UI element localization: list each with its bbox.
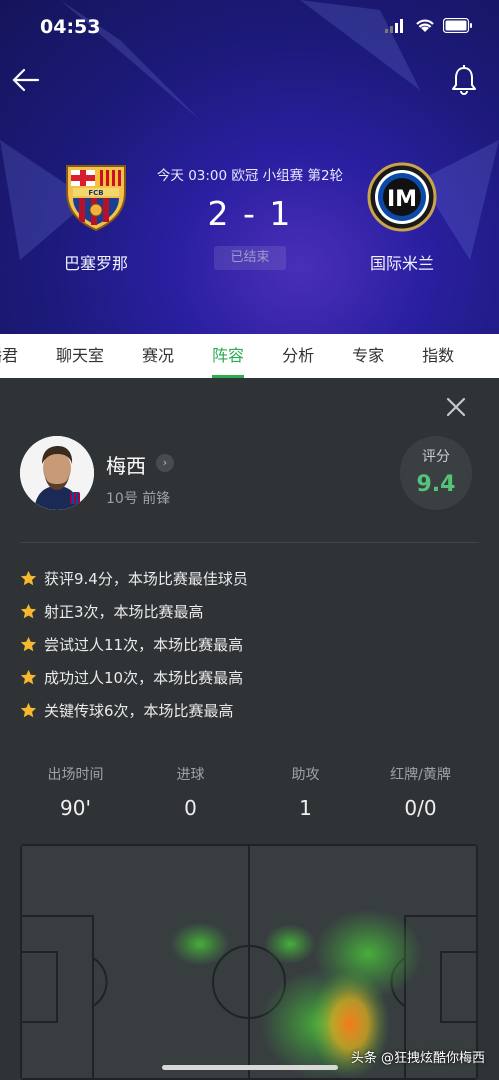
highlights-list: 获评9.4分，本场比赛最佳球员 射正3次，本场比赛最高 尝试过人11次，本场比赛…: [20, 562, 248, 727]
match-header: 04:53 FCB 巴塞罗那 今天 03:00 欧冠 小组赛 第2轮 2 - 1…: [0, 0, 499, 334]
stat-cards: 红牌/黄牌 0/0: [363, 764, 478, 820]
highlight-text: 尝试过人11次，本场比赛最高: [44, 636, 244, 654]
player-name[interactable]: 梅西: [106, 450, 146, 479]
away-team[interactable]: IM 国际米兰: [342, 162, 462, 274]
match-screen: 04:53 FCB 巴塞罗那 今天 03:00 欧冠 小组赛 第2轮 2 - 1…: [0, 0, 499, 1080]
stat-value: 0: [184, 796, 197, 820]
stat-label: 进球: [176, 767, 205, 783]
barcelona-crest-icon: FCB: [66, 165, 126, 232]
battery-icon: [443, 18, 472, 33]
highlight-item: 关键传球6次，本场比赛最高: [20, 694, 248, 727]
svg-text:IM: IM: [387, 187, 417, 212]
star-icon: [20, 570, 37, 586]
chevron-right-icon[interactable]: ›: [156, 454, 174, 472]
stat-value: 0/0: [404, 796, 437, 820]
tab-lineup[interactable]: 阵容: [193, 334, 263, 378]
match-score: 2 - 1: [207, 194, 293, 233]
highlight-item: 成功过人10次，本场比赛最高: [20, 661, 248, 694]
tab-live[interactable]: 赛况: [123, 334, 193, 378]
home-team[interactable]: FCB 巴塞罗那: [36, 162, 156, 274]
star-icon: [20, 669, 37, 685]
divider: [20, 542, 479, 543]
watermark: 头条 @狂拽炫酷你梅西: [350, 1051, 485, 1066]
status-time: 04:53: [40, 16, 101, 38]
stat-label: 红牌/黄牌: [390, 767, 451, 783]
player-photo: [20, 436, 94, 510]
home-team-name: 巴塞罗那: [63, 254, 128, 273]
signal-icon: [385, 19, 403, 33]
highlight-item: 获评9.4分，本场比赛最佳球员: [20, 562, 248, 595]
match-status-badge: 已结束: [214, 246, 286, 270]
player-number-position: 10号 前锋: [106, 491, 171, 507]
stat-minutes: 出场时间 90': [18, 764, 133, 820]
player-detail-sheet: 梅西 › 10号 前锋 评分 9.4 获评9.4分，本场比赛最佳球员 射正3次，…: [0, 378, 499, 1080]
tab-odds[interactable]: 指数: [403, 334, 473, 378]
stat-assists: 助攻 1: [248, 764, 363, 820]
stat-label: 出场时间: [47, 767, 104, 783]
stat-value: 90': [60, 796, 91, 820]
player-avatar[interactable]: [20, 436, 94, 510]
bell-icon[interactable]: [449, 64, 479, 96]
home-indicator[interactable]: [162, 1065, 338, 1070]
status-icons: [385, 18, 473, 33]
match-info: 今天 03:00 欧冠 小组赛 第2轮: [156, 168, 344, 184]
highlight-item: 射正3次，本场比赛最高: [20, 595, 248, 628]
star-icon: [20, 636, 37, 652]
stat-value: 1: [299, 796, 312, 820]
star-icon: [20, 603, 37, 619]
back-arrow-icon[interactable]: [10, 64, 42, 96]
heatmap-pitch: [20, 844, 478, 1080]
wifi-icon: [416, 19, 434, 32]
tab-bar: 播君 聊天室 赛况 阵容 分析 专家 指数: [0, 334, 499, 378]
highlight-text: 获评9.4分，本场比赛最佳球员: [44, 570, 248, 588]
svg-text:FCB: FCB: [88, 189, 103, 197]
player-stats: 出场时间 90' 进球 0 助攻 1 红牌/黄牌 0/0: [0, 764, 499, 820]
stat-label: 助攻: [291, 767, 320, 783]
rating-value: 9.4: [416, 472, 456, 497]
tab-broadcaster[interactable]: 播君: [0, 334, 37, 378]
highlight-text: 关键传球6次，本场比赛最高: [44, 702, 234, 720]
away-team-name: 国际米兰: [369, 254, 434, 273]
tab-chatroom[interactable]: 聊天室: [37, 334, 123, 378]
inter-crest-icon: IM: [367, 162, 437, 232]
highlight-text: 成功过人10次，本场比赛最高: [44, 669, 244, 687]
tab-analysis[interactable]: 分析: [263, 334, 333, 378]
stat-goals: 进球 0: [133, 764, 248, 820]
heatmap: [20, 844, 478, 1080]
star-icon: [20, 702, 37, 718]
player-rating: 评分 9.4: [400, 436, 472, 510]
close-icon[interactable]: [445, 396, 467, 418]
rating-label: 评分: [422, 449, 450, 465]
highlight-item: 尝试过人11次，本场比赛最高: [20, 628, 248, 661]
highlight-text: 射正3次，本场比赛最高: [44, 603, 204, 621]
tab-experts[interactable]: 专家: [333, 334, 403, 378]
